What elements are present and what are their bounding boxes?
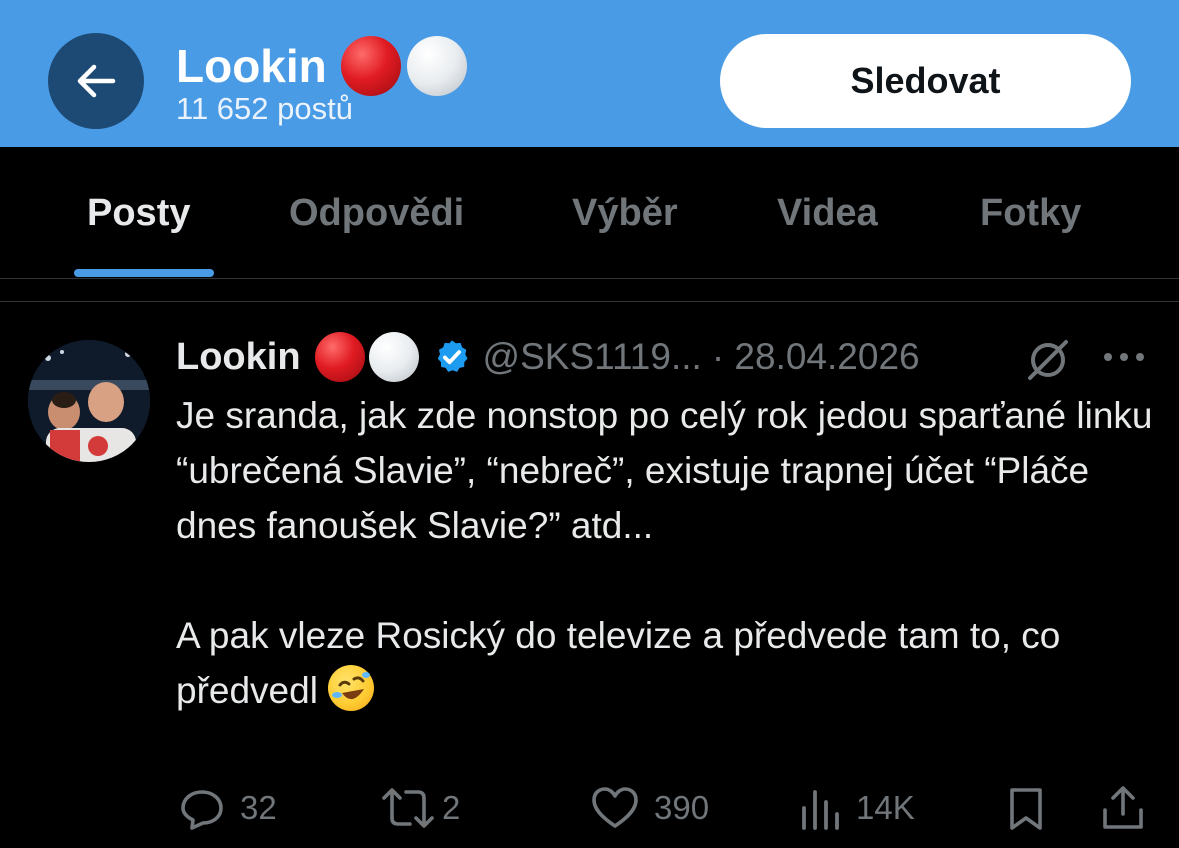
reply-button[interactable]: 32 — [178, 784, 277, 832]
reply-icon — [181, 790, 223, 830]
rolling-on-floor-laughing-emoji — [328, 665, 375, 711]
grok-icon[interactable] — [1024, 336, 1072, 384]
red-circle-emoji — [314, 332, 365, 382]
tab-highlights[interactable]: Výběr — [572, 191, 678, 235]
analytics-icon — [802, 790, 839, 830]
post-date[interactable]: · 28.04.2026 — [712, 336, 920, 378]
heart-icon — [592, 787, 638, 828]
post-text-paragraph-1: Je sranda, jak zde nonstop po celý rok j… — [176, 395, 1163, 546]
like-button[interactable]: 390 — [590, 784, 709, 832]
tabs-divider — [0, 278, 1179, 279]
post-actions: 32 2 390 14K — [0, 776, 1179, 842]
tab-posts[interactable]: Posty — [87, 191, 190, 235]
follow-button[interactable]: Sledovat — [720, 34, 1131, 128]
tab-videos[interactable]: Videa — [777, 191, 878, 235]
profile-tabs: Posty Odpovědi Výběr Videa Fotky — [0, 147, 1179, 280]
post-handle[interactable]: @SKS1119... — [483, 336, 702, 378]
views-button[interactable]: 14K — [800, 784, 915, 832]
verified-badge-icon — [437, 340, 468, 372]
profile-title-block: Lookin 11 652 postů — [176, 36, 467, 126]
avatar[interactable] — [28, 340, 150, 462]
reply-count: 32 — [240, 789, 277, 826]
tab-photos[interactable]: Fotky — [980, 191, 1081, 235]
profile-header: Lookin 11 652 postů Sledovat — [0, 0, 1179, 147]
tab-replies[interactable]: Odpovědi — [289, 191, 464, 235]
white-circle-emoji — [406, 36, 467, 96]
back-arrow-icon — [77, 64, 116, 98]
repost-count: 2 — [442, 789, 461, 826]
post-divider — [0, 301, 1179, 302]
avatar-image — [28, 340, 150, 462]
repost-button[interactable]: 2 — [380, 784, 460, 832]
post-body: Je sranda, jak zde nonstop po celý rok j… — [176, 388, 1166, 718]
share-icon[interactable] — [1100, 784, 1146, 832]
post-header: Lookin @SKS1119... · 28.04.2026 — [176, 332, 1156, 382]
profile-name: Lookin — [176, 40, 327, 92]
active-tab-indicator — [74, 269, 214, 277]
post-count: 11 652 postů — [176, 91, 353, 126]
repost-icon — [382, 788, 434, 828]
post-author-name[interactable]: Lookin — [176, 336, 301, 379]
views-count: 14K — [856, 789, 915, 826]
bookmark-icon[interactable] — [1006, 786, 1046, 832]
red-circle-emoji — [340, 36, 401, 96]
white-circle-emoji — [368, 332, 419, 382]
back-button[interactable] — [48, 33, 144, 129]
post-text-paragraph-2: A pak vleze Rosický do televize a předve… — [176, 615, 1071, 711]
like-count: 390 — [654, 789, 710, 826]
more-options-icon[interactable] — [1100, 342, 1148, 372]
